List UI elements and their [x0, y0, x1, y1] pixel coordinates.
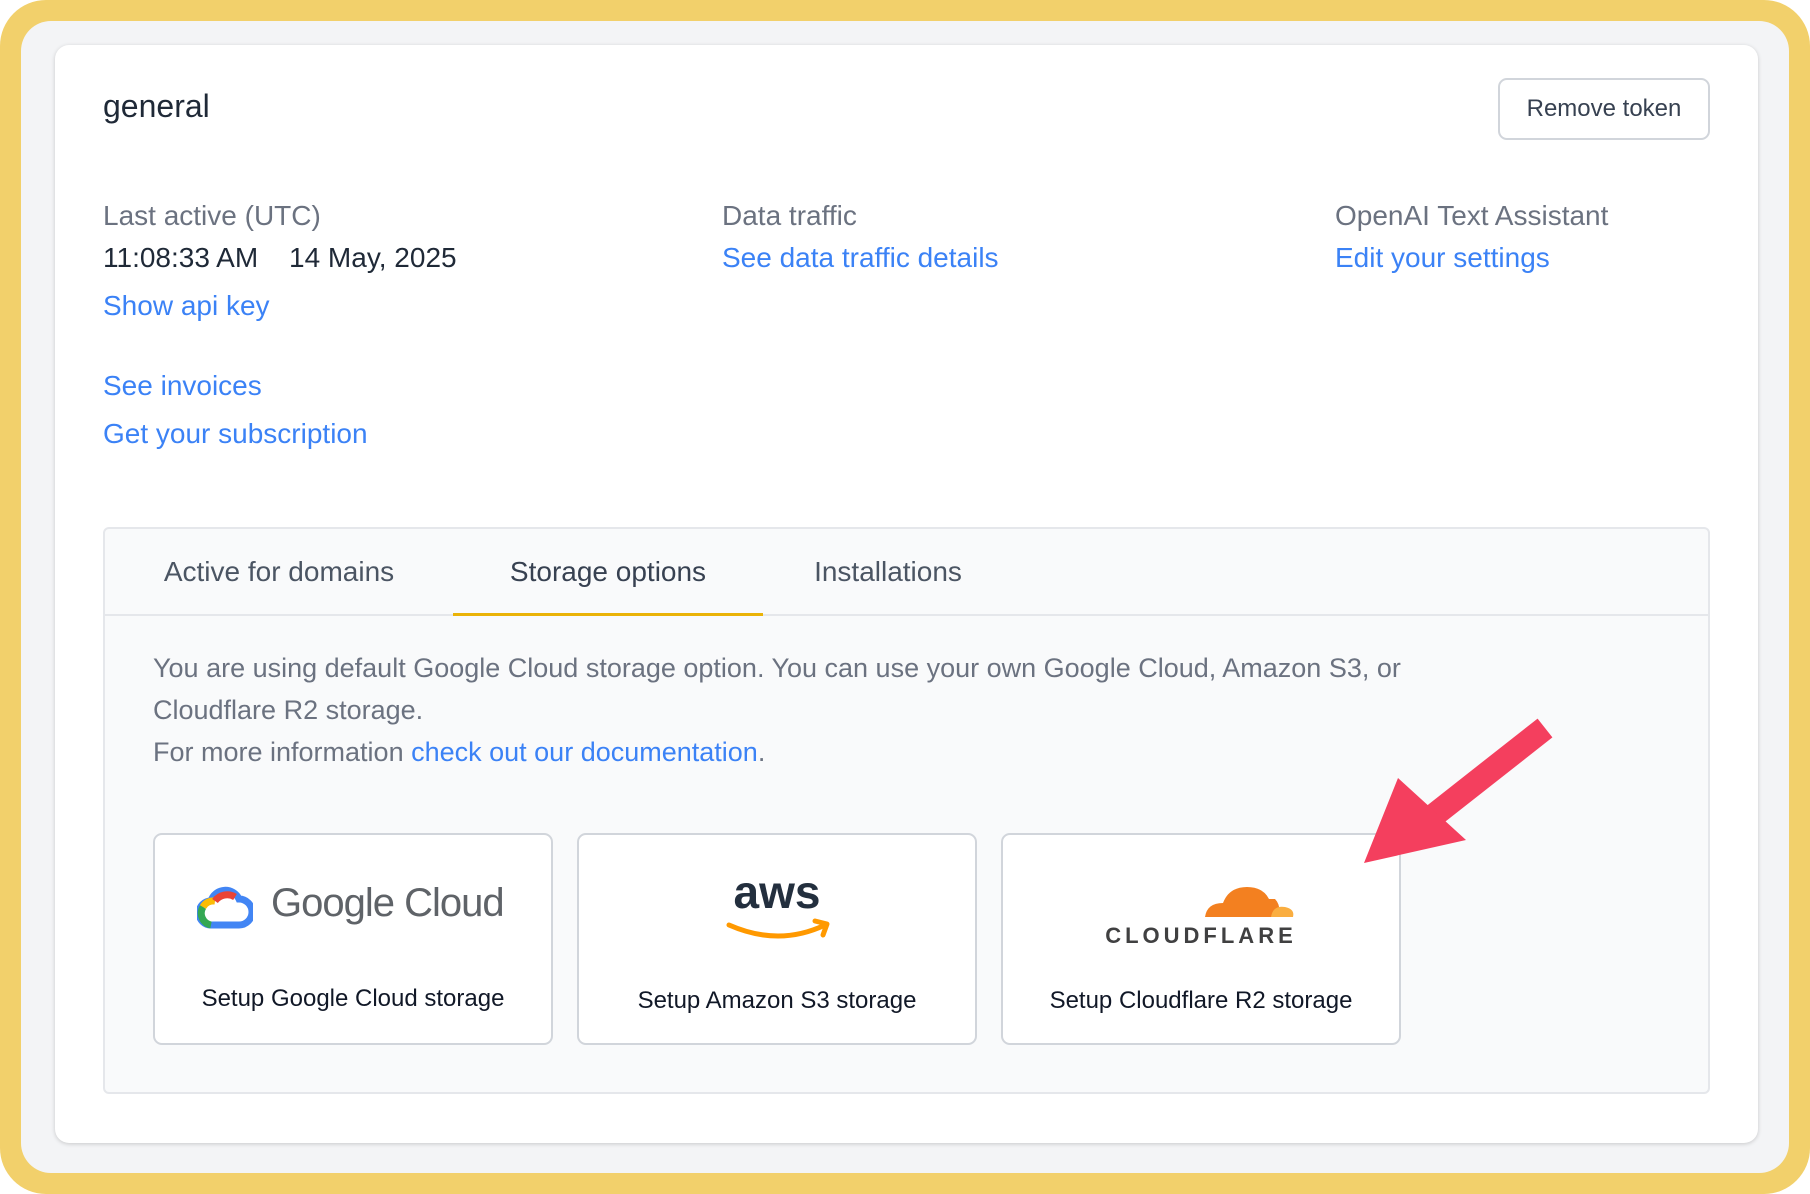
google-cloud-icon [197, 886, 253, 929]
google-cloud-option[interactable]: Google Cloud Setup Google Cloud storage [153, 833, 553, 1045]
show-api-key-link[interactable]: Show api key [103, 290, 270, 322]
see-invoices-link[interactable]: See invoices [103, 370, 262, 402]
more-info-text: For more information [153, 737, 412, 767]
last-active-time: 11:08:33 AM [103, 242, 259, 273]
description-line-2: Cloudflare R2 storage. [153, 695, 424, 725]
amazon-s3-option-label: Setup Amazon S3 storage [637, 987, 917, 1014]
tab-storage-options[interactable]: Storage options [453, 529, 763, 616]
cloudflare-option-label: Setup Cloudflare R2 storage [1049, 987, 1353, 1014]
more-info-suffix: . [757, 737, 766, 767]
aws-icon [726, 918, 830, 939]
remove-token-button[interactable]: Remove token [1498, 78, 1710, 140]
description-line-1: You are using default Google Cloud stora… [153, 653, 1401, 683]
arrow-annotation-icon [1364, 718, 1553, 863]
cloudflare-icon [1205, 887, 1294, 917]
tab-installations[interactable]: Installations [763, 529, 1013, 614]
cloudflare-logo-text: CLOUDFLARE [1105, 923, 1297, 948]
data-traffic-label: Data traffic [722, 200, 857, 231]
tab-active-for-domains[interactable]: Active for domains [105, 529, 453, 614]
google-cloud-logo-text: Google Cloud [271, 881, 505, 925]
openai-settings-link[interactable]: Edit your settings [1335, 242, 1550, 274]
get-subscription-link[interactable]: Get your subscription [103, 418, 368, 450]
token-title: general [103, 88, 210, 124]
google-cloud-option-label: Setup Google Cloud storage [201, 985, 505, 1012]
openai-label: OpenAI Text Assistant [1335, 200, 1609, 231]
last-active-date: 14 May, 2025 [289, 242, 457, 273]
tabs-divider [105, 614, 1708, 616]
amazon-s3-option[interactable]: aws Setup Amazon S3 storage [577, 833, 977, 1045]
aws-logo-text: aws [733, 866, 821, 918]
last-active-label: Last active (UTC) [103, 200, 321, 231]
data-traffic-link[interactable]: See data traffic details [722, 242, 999, 274]
documentation-link[interactable]: check out our documentation [411, 737, 758, 767]
